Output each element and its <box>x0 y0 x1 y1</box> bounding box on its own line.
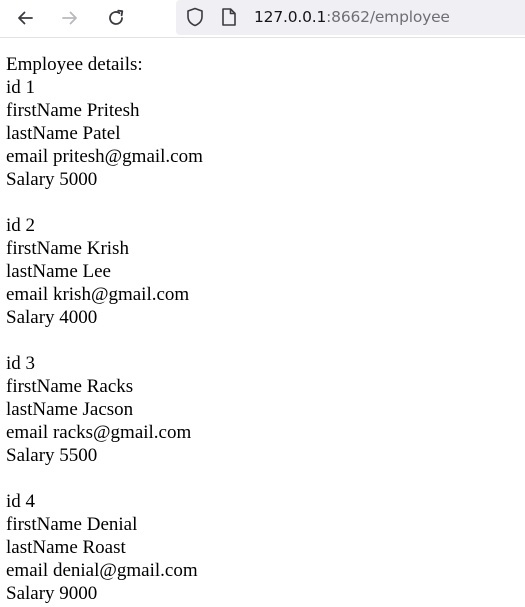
employee-salary: Salary 5500 <box>6 445 98 466</box>
employee-record: id 3 firstName Racks lastName Jacson ema… <box>6 352 203 467</box>
page-heading: Employee details: <box>6 54 143 75</box>
record-spacer <box>6 191 203 214</box>
url-path: :8662/employee <box>326 8 450 26</box>
employee-last-name: lastName Jacson <box>6 399 134 420</box>
employee-last-name: lastName Patel <box>6 123 121 144</box>
employee-last-name: lastName Roast <box>6 537 126 558</box>
employee-salary: Salary 5000 <box>6 169 98 190</box>
employee-record: id 2 firstName Krish lastName Lee email … <box>6 214 203 329</box>
employee-id: id 3 <box>6 353 36 374</box>
employee-email: email racks@gmail.com <box>6 422 192 443</box>
reload-button[interactable] <box>102 4 130 32</box>
employee-first-name: firstName Pritesh <box>6 100 140 121</box>
employee-id: id 2 <box>6 215 36 236</box>
url-host: 127.0.0.1 <box>254 8 327 26</box>
employee-id: id 4 <box>6 491 36 512</box>
page-content: Employee details: id 1 firstName Pritesh… <box>6 53 203 605</box>
employee-email: email pritesh@gmail.com <box>6 146 203 167</box>
url-text[interactable]: 127.0.0.1:8662/employee <box>254 8 450 26</box>
employee-email: email krish@gmail.com <box>6 284 190 305</box>
url-bar[interactable]: 127.0.0.1:8662/employee <box>176 0 525 35</box>
employee-last-name: lastName Lee <box>6 261 111 282</box>
browser-toolbar: 127.0.0.1:8662/employee <box>0 0 525 38</box>
employee-salary: Salary 4000 <box>6 307 98 328</box>
arrow-left-icon <box>18 11 33 25</box>
tracking-protection-shield-icon[interactable] <box>185 7 205 27</box>
reload-icon <box>109 9 124 25</box>
employee-email: email denial@gmail.com <box>6 560 198 581</box>
back-button[interactable] <box>11 4 39 32</box>
employee-first-name: firstName Krish <box>6 238 129 259</box>
forward-button[interactable] <box>56 4 84 32</box>
record-spacer <box>6 467 203 490</box>
page-info-icon[interactable] <box>220 7 238 27</box>
record-spacer <box>6 329 203 352</box>
employee-id: id 1 <box>6 77 36 98</box>
arrow-right-icon <box>62 11 77 25</box>
employee-record: id 4 firstName Denial lastName Roast ema… <box>6 490 203 605</box>
employee-first-name: firstName Denial <box>6 514 138 535</box>
employee-first-name: firstName Racks <box>6 376 134 397</box>
employee-salary: Salary 9000 <box>6 583 98 604</box>
employee-record: id 1 firstName Pritesh lastName Patel em… <box>6 76 203 191</box>
